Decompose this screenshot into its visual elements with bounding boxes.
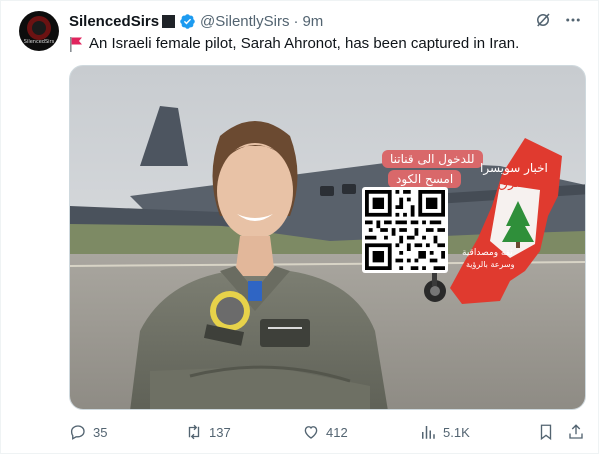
photo-scene [70, 66, 585, 409]
like-count: 412 [326, 424, 348, 440]
avatar-core [32, 21, 46, 35]
tweet-header: SilencedSirs @SilentlySirs · 9m [69, 11, 323, 31]
separator-dot: · [293, 12, 299, 30]
share-icon [569, 424, 583, 439]
share-button[interactable] [567, 421, 585, 443]
heart-icon [304, 426, 318, 439]
reply-count: 35 [93, 424, 108, 440]
qr-code[interactable] [362, 187, 448, 273]
tweet-text: An Israeli female pilot, Sarah Ahronot, … [69, 34, 519, 54]
qr-code-icon [365, 190, 445, 270]
black-square-emoji-icon [162, 14, 176, 28]
overlay-join-channel: للدخول الى قناتنا [382, 150, 483, 168]
action-bar: 35 137 412 5.1K [69, 421, 589, 443]
tweet-card[interactable]: SilencedSirs SilencedSirs @SilentlySirs … [0, 0, 599, 454]
author-handle[interactable]: @SilentlySirs [200, 13, 289, 30]
repost-count: 137 [209, 424, 231, 440]
repost-icon [188, 424, 200, 440]
tweet-body: An Israeli female pilot, Sarah Ahronot, … [89, 35, 520, 52]
views-button[interactable]: 5.1K [419, 421, 470, 443]
repost-button[interactable]: 137 [185, 421, 231, 443]
more-options-icon[interactable] [564, 11, 582, 29]
timestamp[interactable]: 9m [302, 13, 323, 30]
verified-badge-icon[interactable] [179, 13, 196, 30]
author-name[interactable]: SilencedSirs [69, 13, 159, 30]
reply-button[interactable]: 35 [69, 421, 107, 443]
bookmark-icon [540, 424, 552, 441]
overlay-scan-code: امسح الكود [388, 170, 462, 188]
map-title: اخبار سويسرا [480, 161, 548, 175]
avatar[interactable]: SilencedSirs [19, 11, 59, 51]
header-actions [534, 11, 582, 29]
red-flag-icon [69, 36, 83, 52]
bookmark-button[interactable] [537, 421, 555, 443]
tweet-image[interactable]: للدخول الى قناتنا امسح الكود اخبار سويسر… [69, 65, 586, 410]
reply-icon [70, 425, 85, 440]
views-count: 5.1K [443, 424, 470, 440]
avatar-label: SilencedSirs [23, 39, 55, 45]
grok-icon[interactable] [534, 11, 552, 29]
map-subtitle: الشرق [498, 176, 535, 191]
like-button[interactable]: 412 [302, 421, 348, 443]
map-tagline-1: ثقة ومصداقية [462, 248, 513, 258]
map-tagline-2: وسرعة بالرؤية [466, 260, 515, 269]
views-chart-icon [422, 426, 435, 439]
